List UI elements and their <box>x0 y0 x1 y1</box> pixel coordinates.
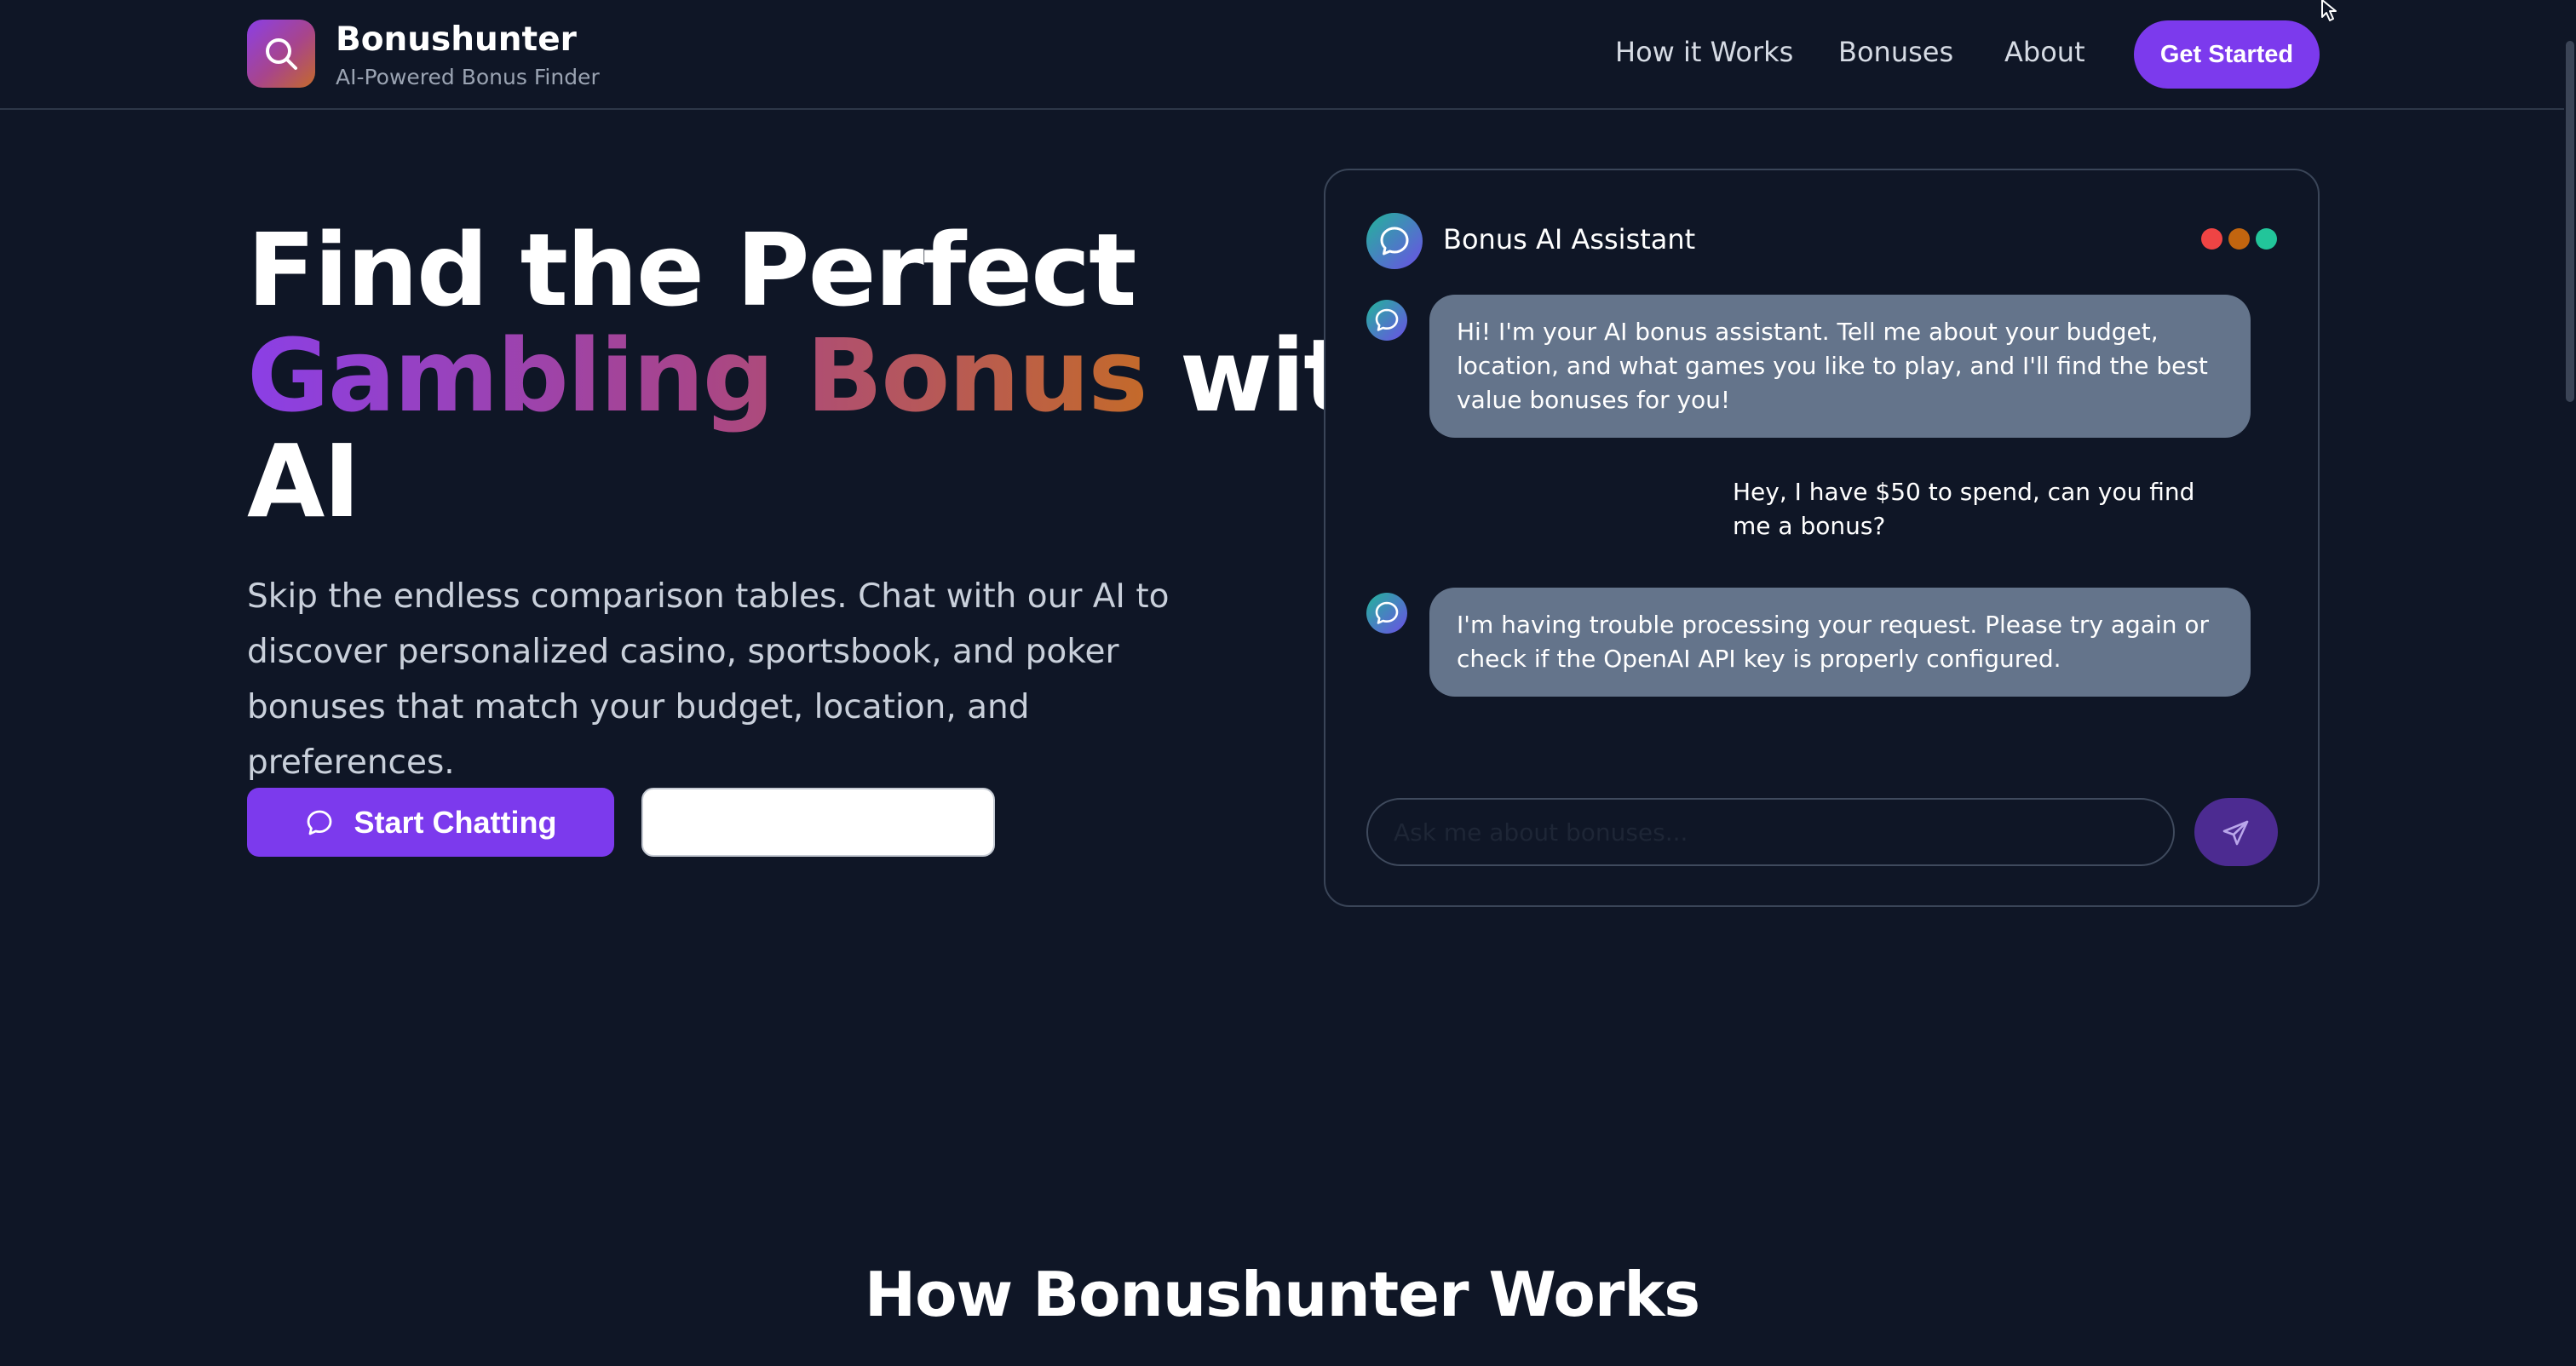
hero-title-line-2: Gambling Bonus with <box>247 323 1422 428</box>
get-started-button[interactable]: Get Started <box>2134 20 2320 89</box>
chat-widget: Bonus AI Assistant Hi! I'm your AI bonus… <box>1324 169 2320 907</box>
nav-link-bonuses[interactable]: Bonuses <box>1838 36 1953 68</box>
hero-title-line-3: AI <box>247 422 360 540</box>
chat-bubble-icon <box>1380 227 1409 255</box>
start-chatting-label: Start Chatting <box>354 804 557 840</box>
mouse-cursor-icon <box>2321 0 2337 21</box>
brand-tagline: AI-Powered Bonus Finder <box>336 65 600 89</box>
top-navigation-bar: Bonushunter AI-Powered Bonus Finder How … <box>0 0 2564 110</box>
how-it-works-heading: How Bonushunter Works <box>864 1259 1700 1330</box>
chat-bubble-icon <box>1375 601 1399 624</box>
nav-link-how-it-works[interactable]: How it Works <box>1615 36 1793 68</box>
chat-title: Bonus AI Assistant <box>1443 223 1696 255</box>
chat-message-input[interactable] <box>1366 798 2175 866</box>
chat-bubble-icon <box>1375 308 1399 331</box>
brand-name[interactable]: Bonushunter <box>336 20 577 59</box>
window-dot-green <box>2256 228 2277 250</box>
hero-subtitle: Skip the endless comparison tables. Chat… <box>247 577 1170 782</box>
window-dot-amber <box>2228 228 2250 250</box>
assistant-message-bubble: I'm having trouble processing your reque… <box>1429 588 2251 697</box>
nav-link-about[interactable]: About <box>2004 36 2085 68</box>
start-chatting-button[interactable]: Start Chatting <box>247 788 614 857</box>
send-message-button[interactable] <box>2194 798 2278 866</box>
window-dot-red <box>2201 228 2222 250</box>
assistant-message-avatar <box>1366 593 1407 634</box>
chat-bubble-icon <box>307 810 331 835</box>
assistant-message-avatar <box>1366 300 1407 341</box>
scrollbar-thumb[interactable] <box>2566 41 2574 402</box>
hero-title-highlight: Gambling Bonus <box>247 317 1148 434</box>
hero-title-line-1: Find the Perfect <box>247 211 1137 329</box>
logo-icon[interactable] <box>247 20 315 88</box>
hero-title: Find the Perfect Gambling Bonus with AI <box>247 211 1422 540</box>
user-message: Hey, I have $50 to spend, can you find m… <box>1733 478 2195 540</box>
send-icon <box>2222 820 2249 846</box>
secondary-hero-button[interactable] <box>641 788 995 857</box>
assistant-message-bubble: Hi! I'm your AI bonus assistant. Tell me… <box>1429 295 2251 438</box>
assistant-avatar <box>1366 213 1423 269</box>
